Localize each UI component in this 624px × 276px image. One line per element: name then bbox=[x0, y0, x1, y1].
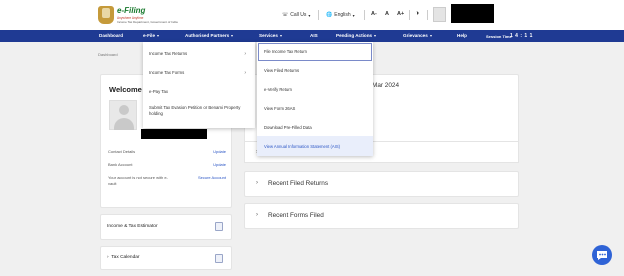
tax-calendar-title: Tax Calendar bbox=[111, 255, 140, 260]
chevron-down-icon: ▾ bbox=[308, 12, 311, 18]
tax-calendar-card[interactable]: › Tax Calendar bbox=[100, 246, 232, 270]
chatbot-button[interactable] bbox=[592, 245, 612, 265]
menu-item-label: Income Tax Forms bbox=[149, 70, 185, 75]
font-decrease-button[interactable]: A- bbox=[371, 11, 377, 17]
nav-efile-label: e-File bbox=[143, 33, 155, 38]
nav-dashboard[interactable]: Dashboard bbox=[99, 33, 123, 38]
session-time-label: Session Time bbox=[486, 33, 512, 39]
efiling-logo[interactable]: e-Filing Anywhere Anytime Income Tax Dep… bbox=[98, 5, 178, 25]
tax-calendar-row: › Tax Calendar bbox=[107, 255, 140, 260]
phone-icon: ☏ bbox=[282, 12, 289, 18]
chevron-down-icon bbox=[157, 34, 159, 37]
menu-item-view-form-26as[interactable]: View Form 26AS bbox=[264, 106, 295, 111]
menu-item-label: Income Tax Returns bbox=[149, 51, 188, 56]
chevron-down-icon bbox=[429, 34, 432, 37]
chevron-right-icon: › bbox=[244, 70, 246, 76]
nav-efile[interactable]: e-File bbox=[143, 33, 159, 38]
chevron-down-icon bbox=[231, 34, 234, 37]
logo-department: Income Tax Department, Government of Ind… bbox=[117, 20, 178, 24]
chevron-down-icon: ▾ bbox=[352, 12, 355, 18]
chevron-right-icon: › bbox=[244, 51, 246, 57]
evault-row: Your account is not secure with e-vault … bbox=[108, 175, 226, 186]
menu-item-download-prefilled-data[interactable]: Download Pre-Filled Data bbox=[264, 125, 312, 130]
menu-item-view-ais[interactable]: View Annual Information Statement (AIS) bbox=[264, 144, 340, 149]
menu-item-income-tax-forms[interactable]: Income Tax Forms › bbox=[149, 70, 249, 76]
profile-avatar bbox=[109, 100, 137, 130]
chevron-down-icon bbox=[279, 34, 282, 37]
recent-filed-returns-panel[interactable]: › Recent Filed Returns bbox=[244, 171, 519, 197]
contrast-toggle-icon[interactable]: ◑ bbox=[415, 10, 419, 17]
recent-filed-returns-title: Recent Filed Returns bbox=[268, 180, 329, 187]
update-contact-link[interactable]: Update bbox=[213, 149, 226, 154]
language-select[interactable]: 🌐 English ▾ bbox=[326, 12, 355, 18]
chevron-right-icon: › bbox=[256, 180, 258, 186]
chevron-right-icon: › bbox=[256, 212, 258, 218]
nav-authorised-partners[interactable]: Authorised Partners bbox=[185, 33, 234, 38]
income-tax-estimator-card[interactable]: Income & Tax Estimator bbox=[100, 214, 232, 240]
nav-services[interactable]: Services bbox=[259, 33, 282, 38]
nav-authorised-partners-label: Authorised Partners bbox=[185, 33, 230, 38]
breadcrumb[interactable]: Dashboard bbox=[98, 52, 118, 57]
call-us-label: Call Us bbox=[290, 12, 307, 18]
divider bbox=[364, 10, 365, 20]
nav-help[interactable]: Help bbox=[457, 33, 467, 38]
session-time-value: 1 4 : 1 1 bbox=[510, 33, 533, 39]
user-name-redacted[interactable] bbox=[451, 4, 494, 23]
nav-pending-actions-label: Pending Actions bbox=[336, 33, 373, 38]
evault-label: Your account is not secure with e-vault bbox=[108, 175, 168, 186]
efile-dropdown-menu: Income Tax Returns › Income Tax Forms › e-… bbox=[143, 42, 255, 128]
menu-item-income-tax-returns[interactable]: Income Tax Returns › bbox=[149, 51, 249, 57]
nav-grievances-label: Grievances bbox=[403, 33, 428, 38]
nav-services-label: Services bbox=[259, 33, 278, 38]
globe-icon: 🌐 bbox=[326, 12, 333, 18]
calendar-icon bbox=[215, 254, 223, 263]
chevron-down-icon bbox=[374, 34, 377, 37]
tax-estimator-title: Income & Tax Estimator bbox=[107, 224, 158, 229]
update-bank-link[interactable]: Update bbox=[213, 162, 226, 167]
font-increase-button[interactable]: A+ bbox=[397, 11, 404, 17]
language-label: English bbox=[334, 12, 351, 18]
menu-item-file-income-tax-return[interactable]: File Income Tax Return bbox=[264, 49, 307, 54]
divider bbox=[409, 10, 410, 20]
logo-title: e-Filing bbox=[117, 6, 146, 15]
font-normal-button[interactable]: A bbox=[385, 11, 389, 17]
calculator-icon bbox=[215, 222, 223, 231]
bank-account-row: Bank Account Update bbox=[108, 162, 226, 167]
menu-item-submit-tax-evasion[interactable]: Submit Tax Evasion Petition or Benami Pr… bbox=[149, 105, 243, 117]
divider bbox=[318, 10, 319, 20]
nav-pending-actions[interactable]: Pending Actions bbox=[336, 33, 377, 38]
recent-forms-filed-title: Recent Forms Filed bbox=[268, 212, 324, 219]
menu-item-view-filed-returns[interactable]: View Filed Returns bbox=[264, 68, 299, 73]
chat-icon bbox=[597, 251, 607, 260]
emblem-icon bbox=[98, 6, 114, 24]
divider bbox=[427, 10, 428, 20]
services-dropdown-menu: File Income Tax Return View Filed Return… bbox=[257, 42, 373, 156]
secure-account-link[interactable]: Secure Account bbox=[198, 175, 226, 180]
nav-grievances[interactable]: Grievances bbox=[403, 33, 432, 38]
main-nav: Dashboard e-File Authorised Partners Ser… bbox=[0, 30, 624, 42]
nav-ais[interactable]: AIS bbox=[310, 33, 318, 38]
user-name-redacted bbox=[141, 129, 207, 139]
recent-forms-filed-panel[interactable]: › Recent Forms Filed bbox=[244, 203, 519, 229]
bank-account-label: Bank Account bbox=[108, 162, 133, 167]
call-us-link[interactable]: ☏ Call Us ▾ bbox=[282, 12, 310, 18]
contact-details-label: Contact Details bbox=[108, 149, 136, 154]
top-header: e-Filing Anywhere Anytime Income Tax Dep… bbox=[0, 0, 624, 30]
menu-item-epay-tax[interactable]: e-Pay Tax bbox=[149, 89, 249, 94]
menu-item-everify-return[interactable]: e-Verify Return bbox=[264, 87, 292, 92]
menu-item-label: e-Pay Tax bbox=[149, 89, 169, 94]
user-avatar[interactable] bbox=[433, 7, 446, 22]
contact-details-row: Contact Details Update bbox=[108, 149, 226, 154]
filing-period-text: Mar 2024 bbox=[372, 82, 399, 89]
menu-item-label: Submit Tax Evasion Petition or Benami Pr… bbox=[149, 105, 241, 116]
